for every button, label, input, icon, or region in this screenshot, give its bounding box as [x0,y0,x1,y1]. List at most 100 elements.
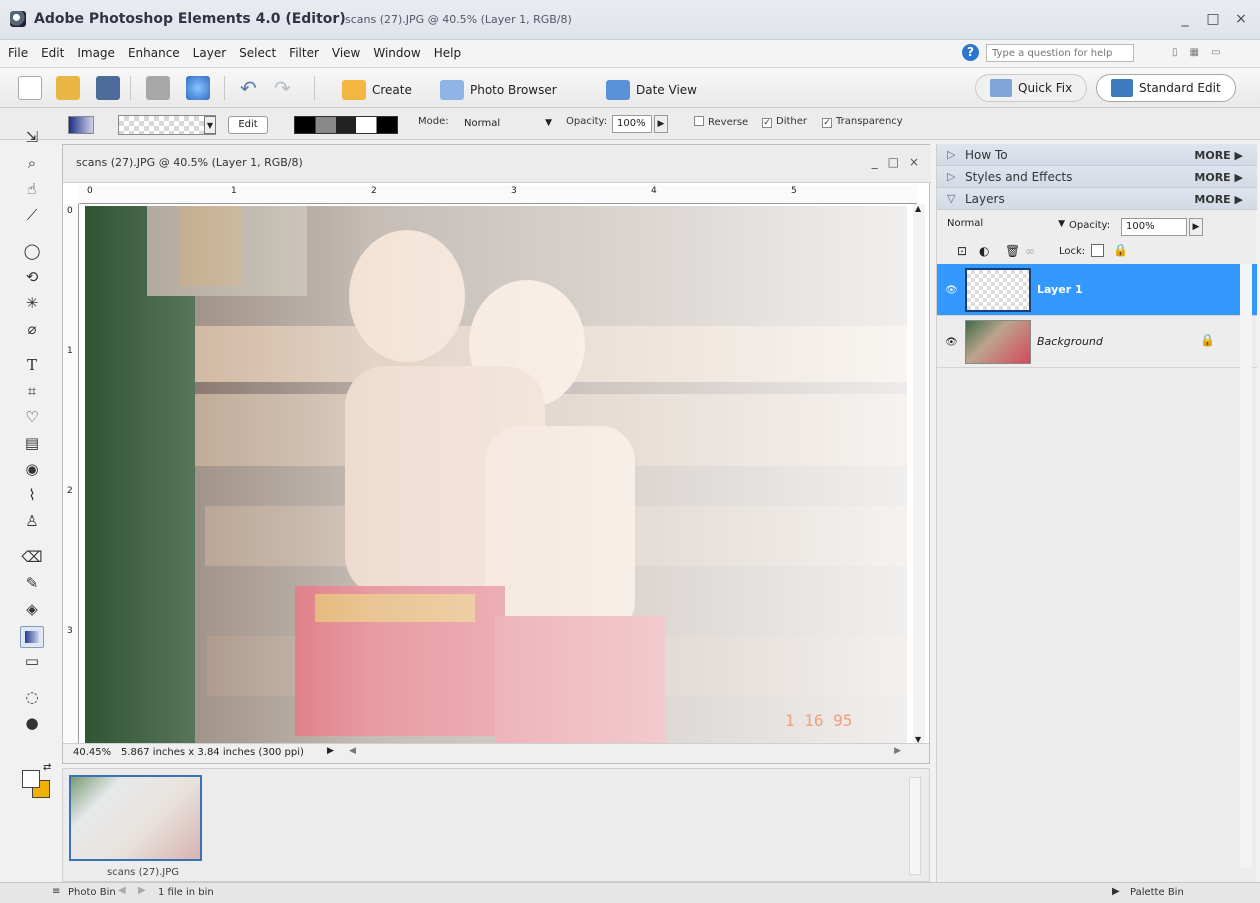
styles-more-button[interactable]: MORE ▶ [1194,171,1243,184]
help-search-input[interactable] [986,44,1134,62]
magic-wand-tool-icon[interactable]: ✳ [20,294,44,316]
image-canvas[interactable]: 1 16 95 [85,206,907,744]
palette-bin-toggle-icon[interactable]: ▶ [1112,886,1120,897]
edit-gradient-button[interactable]: Edit [228,116,268,134]
gradient-picker-arrow-icon[interactable]: ▼ [204,116,216,134]
how-to-panel-header[interactable]: ▷ How To MORE ▶ [937,144,1257,166]
photo-bin-toggle-icon[interactable]: ≡ [52,886,60,897]
menu-view[interactable]: View [332,46,360,60]
new-file-icon[interactable] [18,76,42,100]
vertical-scrollbar[interactable]: ▲ ▼ [913,204,925,744]
menu-help[interactable]: Help [434,46,461,60]
lock-transparency-icon[interactable] [1091,244,1104,257]
layer-name[interactable]: Background [1037,335,1103,348]
layers-panel-header[interactable]: ▽ Layers MORE ▶ [937,188,1257,210]
tile-icon[interactable]: ▯ [1172,47,1178,58]
selection-brush-tool-icon[interactable]: ⌀ [20,320,44,342]
menu-enhance[interactable]: Enhance [128,46,180,60]
maximize-button[interactable]: □ [1206,11,1220,27]
photo-bin-scrollbar[interactable] [909,777,921,875]
doc-close-button[interactable]: × [909,155,919,169]
thumbnail[interactable] [69,775,202,861]
straighten-tool-icon[interactable]: ▤ [20,434,44,456]
marquee-tool-icon[interactable]: ◯ [20,242,44,264]
paint-bucket-tool-icon[interactable]: ◈ [20,600,44,622]
quick-fix-tab[interactable]: Quick Fix [975,74,1088,102]
mode-select[interactable]: Normal ▼ [460,116,556,134]
standard-edit-tab[interactable]: Standard Edit [1096,74,1236,102]
visibility-eye-icon[interactable]: 👁 [945,285,958,297]
clone-stamp-tool-icon[interactable]: ♙ [20,512,44,534]
palette-scrollbar[interactable] [1240,264,1252,868]
healing-brush-tool-icon[interactable]: ⌇ [20,486,44,508]
foreground-color-swatch[interactable] [22,770,40,788]
sponge-tool-icon[interactable]: ● [20,714,44,736]
link-layers-icon[interactable]: ∞ [1025,244,1035,258]
menu-select[interactable]: Select [239,46,276,60]
close-button[interactable]: × [1234,11,1248,27]
gradient-tool-button[interactable] [20,626,44,648]
open-folder-icon[interactable] [56,76,80,100]
layer-row-background[interactable]: 👁 Background 🔒 [937,316,1257,368]
eyedropper-tool-icon[interactable]: ⟋ [20,206,44,228]
help-icon[interactable]: ? [962,44,979,61]
save-icon[interactable] [96,76,120,100]
styles-effects-panel-header[interactable]: ▷ Styles and Effects MORE ▶ [937,166,1257,188]
print-icon[interactable] [146,76,170,100]
email-icon[interactable] [186,76,210,100]
scroll-left-icon[interactable]: ◀ [349,746,356,756]
minimize-button[interactable]: _ [1178,11,1192,27]
brush-tool-icon[interactable]: ✎ [20,574,44,596]
dither-option[interactable]: ✓ Dither [762,116,807,128]
swap-colors-icon[interactable]: ⇄ [43,762,51,773]
undo-icon[interactable]: ↶ [240,76,264,100]
menu-image[interactable]: Image [77,46,115,60]
lasso-tool-icon[interactable]: ⟲ [20,268,44,290]
opacity-input[interactable]: 100% [612,115,652,133]
how-to-more-button[interactable]: MORE ▶ [1194,149,1243,162]
restore-icon[interactable]: ▭ [1211,47,1220,58]
redo-icon[interactable]: ↷ [274,76,298,100]
blur-tool-icon[interactable]: ◌ [20,688,44,710]
visibility-eye-icon[interactable]: 👁 [945,337,958,349]
status-menu-arrow-icon[interactable]: ▶ [327,746,334,756]
cookie-cutter-tool-icon[interactable]: ♡ [20,408,44,430]
new-layer-icon[interactable]: ⊡ [957,244,967,258]
layer-opacity-arrow-icon[interactable]: ▶ [1189,218,1203,236]
previous-photo-icon[interactable]: ◀ [118,885,126,896]
gradient-types-icon[interactable] [294,116,398,134]
menu-edit[interactable]: Edit [41,46,64,60]
scroll-up-icon[interactable]: ▲ [915,204,921,213]
zoom-level[interactable]: 40.45% [73,747,111,758]
layer-opacity-input[interactable]: 100% [1121,218,1187,236]
reverse-option[interactable]: Reverse [694,116,748,128]
lock-all-icon[interactable]: 🔒 [1113,243,1128,257]
doc-minimize-button[interactable]: _ [872,155,878,169]
adjustment-layer-icon[interactable]: ◐ [979,244,989,258]
photo-bin-label[interactable]: Photo Bin [68,887,116,898]
scroll-right-icon[interactable]: ▶ [894,746,901,756]
doc-maximize-button[interactable]: □ [888,155,899,169]
opacity-slider-arrow-icon[interactable]: ▶ [654,115,668,133]
layer-blend-select[interactable]: Normal ▼ [947,218,1067,236]
reverse-checkbox[interactable] [694,116,704,126]
type-tool-icon[interactable]: T [20,356,44,378]
grid-icon[interactable]: ▦ [1190,47,1199,58]
eraser-tool-icon[interactable]: ⌫ [20,548,44,570]
transparency-checkbox[interactable]: ✓ [822,118,832,128]
transparency-option[interactable]: ✓ Transparency [822,116,903,128]
move-tool-icon[interactable]: ⇲ [20,128,44,150]
crop-tool-icon[interactable]: ⌗ [20,382,44,404]
dither-checkbox[interactable]: ✓ [762,118,772,128]
hand-tool-icon[interactable]: ☝ [20,180,44,202]
photo-browser-button[interactable]: Photo Browser [440,79,557,101]
menu-filter[interactable]: Filter [289,46,319,60]
gradient-picker[interactable] [118,115,216,135]
menu-window[interactable]: Window [373,46,420,60]
zoom-tool-icon[interactable]: ⌕ [20,154,44,176]
delete-layer-icon[interactable]: 🗑 [1005,244,1020,258]
date-view-button[interactable]: Date View [606,79,697,101]
palette-bin-label[interactable]: Palette Bin [1130,887,1184,898]
layer-name[interactable]: Layer 1 [1037,283,1083,296]
menu-layer[interactable]: Layer [193,46,226,60]
